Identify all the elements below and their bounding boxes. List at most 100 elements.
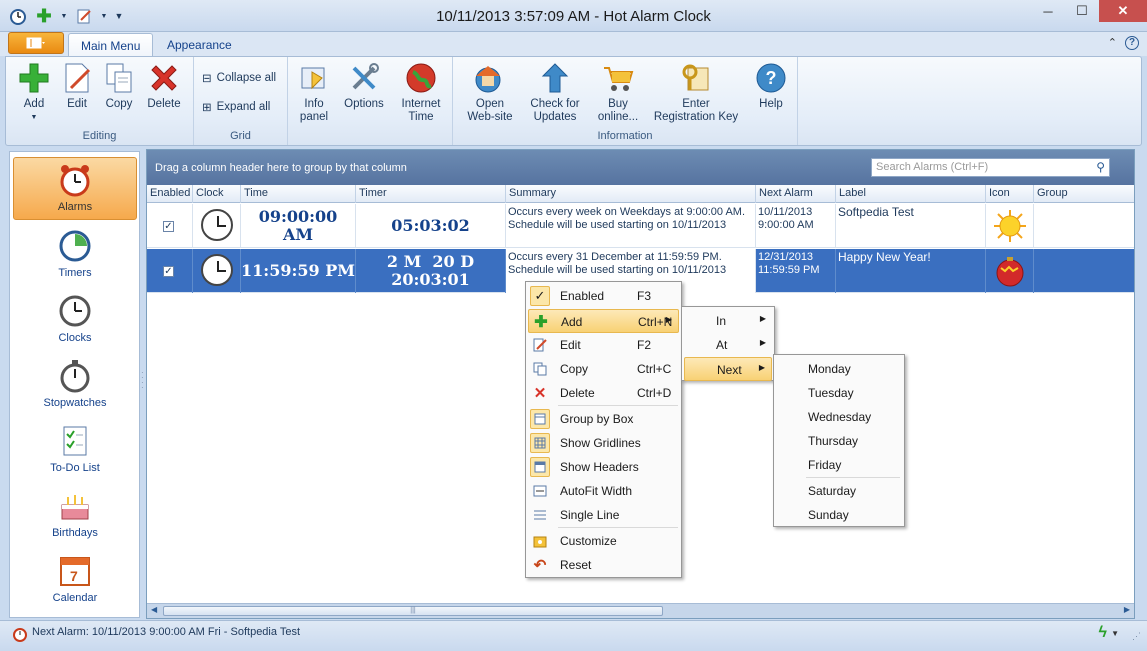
enabled-checkbox[interactable]: ✓ — [163, 221, 174, 232]
menu-item-add[interactable]: ✚ Add Ctrl+N ▶ — [528, 309, 679, 333]
internet-time-button[interactable]: Internet Time — [396, 61, 446, 124]
check-updates-button[interactable]: Check for Updates — [525, 61, 585, 124]
next-alarm: 12/31/2013 11:59:59 PM — [756, 249, 836, 293]
svg-text:7: 7 — [70, 568, 78, 584]
options-button[interactable]: Options — [340, 61, 388, 111]
submenu-item-at[interactable]: At ▶ — [684, 333, 772, 357]
search-icon[interactable]: ⚲ — [1096, 160, 1105, 174]
up-arrow-icon — [538, 61, 572, 95]
menu-item-delete[interactable]: ✕ Delete Ctrl+D — [528, 381, 679, 405]
sidebar-item-todo-list[interactable]: To-Do List — [13, 417, 137, 480]
column-header-label[interactable]: Label — [836, 185, 986, 203]
day-item-wednesday[interactable]: Wednesday — [776, 405, 902, 429]
day-item-saturday[interactable]: Saturday — [776, 479, 902, 503]
menu-item-group-by-box[interactable]: Group by Box — [528, 407, 679, 431]
day-item-friday[interactable]: Friday — [776, 453, 902, 477]
editing-group-label: Editing — [82, 130, 117, 142]
enabled-checkbox[interactable]: ✓ — [163, 266, 174, 277]
delete-button[interactable]: Delete — [142, 61, 186, 111]
search-alarms-input[interactable]: Search Alarms (Ctrl+F) ⚲ — [871, 158, 1110, 177]
day-item-thursday[interactable]: Thursday — [776, 429, 902, 453]
menu-item-reset[interactable]: ↶ Reset — [528, 553, 679, 577]
sidebar-item-calendar[interactable]: 7 Calendar — [13, 547, 137, 610]
menu-item-single-line[interactable]: Single Line — [528, 503, 679, 527]
collapse-ribbon-icon[interactable]: ⌃ — [1108, 36, 1117, 50]
info-panel-button[interactable]: Info panel — [292, 61, 336, 124]
column-header-next-alarm[interactable]: Next Alarm — [756, 185, 836, 203]
enter-registration-key-button[interactable]: Enter Registration Key — [651, 61, 741, 124]
help-circle-icon[interactable]: ? — [1125, 36, 1139, 50]
edit-document-icon — [530, 335, 550, 355]
menu-item-enabled[interactable]: ✓ Enabled F3 — [528, 284, 679, 308]
day-item-monday[interactable]: Monday — [776, 357, 902, 381]
table-row[interactable]: ✓ 09:00:00 AM 05:03:02 Occurs every week… — [147, 204, 1134, 248]
copy-button[interactable]: Copy — [98, 61, 140, 111]
home-globe-icon — [473, 61, 507, 95]
group-by-panel[interactable]: Drag a column header here to group by th… — [147, 150, 1134, 185]
scroll-right-icon[interactable]: ▶ — [1124, 605, 1130, 614]
scroll-left-icon[interactable]: ◀ — [151, 605, 157, 614]
menu-item-show-headers[interactable]: Show Headers — [528, 455, 679, 479]
day-item-tuesday[interactable]: Tuesday — [776, 381, 902, 405]
submenu-arrow-icon: ▶ — [665, 315, 672, 324]
application-menu-button[interactable] — [8, 32, 64, 54]
clock-icon — [58, 294, 92, 328]
expand-all-button[interactable]: ⊞ Expand all — [202, 100, 270, 114]
tab-appearance[interactable]: Appearance — [155, 33, 244, 56]
customize-icon — [530, 531, 550, 551]
copy-documents-icon — [102, 61, 136, 95]
add-dropdown-icon: ▼ — [30, 114, 38, 121]
buy-online-button[interactable]: Buy online... — [593, 61, 643, 124]
tab-main-menu[interactable]: Main Menu — [68, 33, 154, 56]
title-bar: ✚ ▼ ▼ ▼ 10/11/2013 3:57:09 AM - Hot Alar… — [0, 0, 1147, 32]
svg-text:?: ? — [766, 68, 777, 88]
column-header-time[interactable]: Time — [241, 185, 356, 203]
ribbon: Add ▼ Edit Copy Delete Editing ⊟ Collapse… — [5, 56, 1142, 146]
lightning-icon[interactable]: ϟ — [1099, 624, 1107, 642]
add-button[interactable]: Add ▼ — [12, 61, 56, 124]
sidebar-item-timers[interactable]: Timers — [13, 222, 137, 285]
info-panel-icon — [297, 61, 331, 95]
close-button[interactable]: ✕ — [1099, 0, 1147, 22]
menu-item-edit[interactable]: Edit F2 — [528, 333, 679, 357]
submenu-item-in[interactable]: In ▶ — [684, 309, 772, 333]
sidebar-item-clocks[interactable]: Clocks — [13, 287, 137, 350]
column-header-icon[interactable]: Icon — [986, 185, 1034, 203]
single-line-icon — [530, 505, 550, 525]
column-header-summary[interactable]: Summary — [506, 185, 756, 203]
sidebar-item-stopwatches[interactable]: Stopwatches — [13, 352, 137, 415]
maximize-button[interactable]: ☐ — [1065, 0, 1099, 22]
column-header-group[interactable]: Group — [1034, 185, 1134, 203]
column-header-timer[interactable]: Timer — [356, 185, 506, 203]
sidebar-item-birthdays[interactable]: Birthdays — [13, 482, 137, 545]
submenu-item-next[interactable]: Next ▶ — [684, 357, 772, 381]
column-header-clock[interactable]: Clock — [193, 185, 241, 203]
add-plus-icon: ✚ — [534, 314, 548, 331]
help-button[interactable]: ? Help — [752, 61, 790, 111]
sidebar-splitter[interactable]: · · · · — [141, 369, 145, 392]
column-headers: Enabled Clock Time Timer Summary Next Al… — [147, 185, 1134, 203]
globe-icon — [404, 61, 438, 95]
edit-button[interactable]: Edit — [56, 61, 98, 111]
status-dropdown-icon[interactable]: ▼ — [1111, 629, 1119, 638]
open-website-button[interactable]: Open Web-site — [463, 61, 517, 124]
menu-item-autofit-width[interactable]: AutoFit Width — [528, 479, 679, 503]
sidebar-item-alarms[interactable]: Alarms — [13, 157, 137, 220]
resize-grip-icon[interactable]: ⋰ — [1132, 631, 1141, 642]
next-days-submenu: Monday Tuesday Wednesday Thursday Friday… — [773, 354, 905, 527]
copy-documents-icon — [530, 359, 550, 379]
stopwatch-icon — [58, 359, 92, 393]
horizontal-scrollbar[interactable]: ◀ ||| ▶ — [147, 603, 1134, 618]
menu-item-copy[interactable]: Copy Ctrl+C — [528, 357, 679, 381]
day-item-sunday[interactable]: Sunday — [776, 503, 902, 527]
scrollbar-thumb[interactable]: ||| — [163, 606, 663, 616]
minimize-button[interactable]: ─ — [1031, 0, 1065, 22]
column-header-enabled[interactable]: Enabled — [147, 185, 193, 203]
collapse-all-button[interactable]: ⊟ Collapse all — [202, 71, 276, 85]
menu-item-show-gridlines[interactable]: Show Gridlines — [528, 431, 679, 455]
expand-all-icon: ⊞ — [202, 102, 212, 114]
menu-item-customize[interactable]: Customize — [528, 529, 679, 553]
add-plus-icon — [17, 61, 51, 95]
next-alarm: 10/11/2013 9:00:00 AM — [756, 204, 836, 248]
analog-clock-icon — [201, 209, 233, 241]
